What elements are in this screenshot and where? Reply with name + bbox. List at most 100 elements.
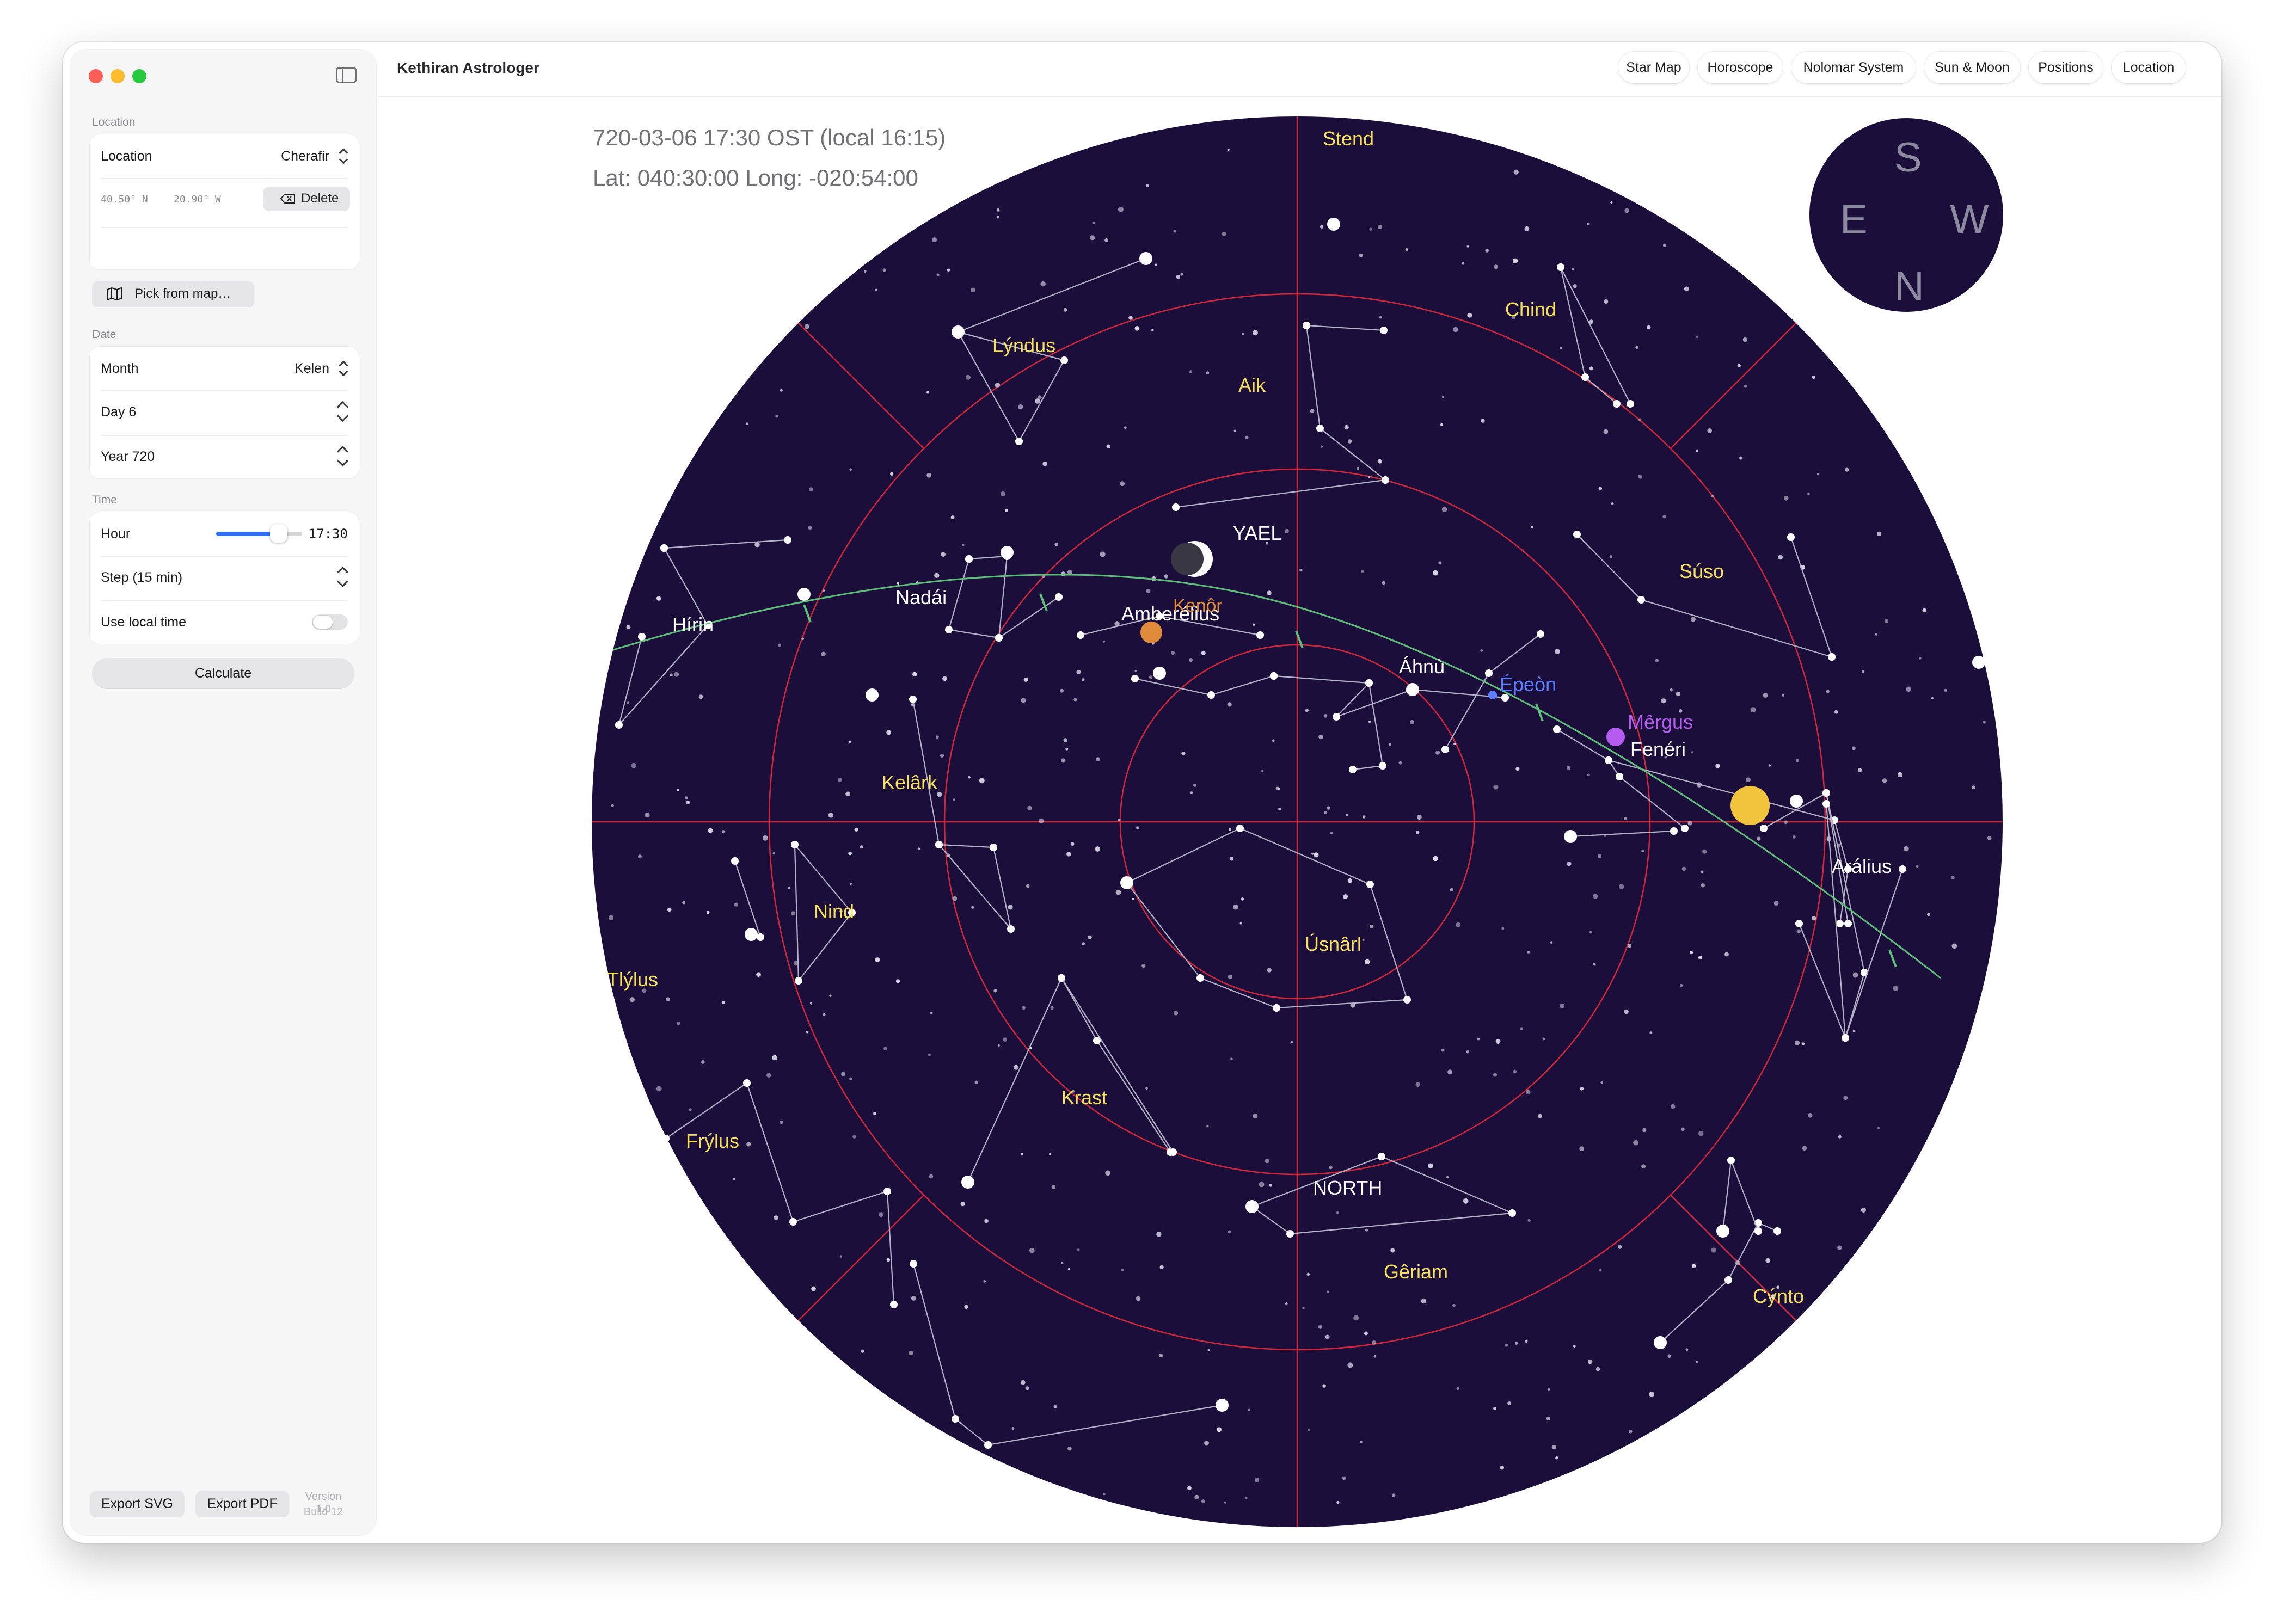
planet-mergus[interactable]	[1606, 728, 1625, 746]
constellation-label: Frýlus	[686, 1130, 739, 1152]
faint-star	[1573, 284, 1577, 288]
month-row[interactable]: Month Kelen	[90, 347, 359, 390]
faint-star	[1661, 698, 1666, 704]
faint-star	[1318, 1325, 1323, 1329]
bright-star	[1564, 830, 1577, 843]
hour-slider-knob[interactable]	[270, 524, 288, 543]
tab-positions[interactable]: Positions	[2029, 52, 2103, 83]
faint-star	[1359, 1441, 1363, 1444]
chevron-up-down-icon[interactable]	[338, 146, 349, 166]
faint-star	[1593, 963, 1596, 966]
faint-star	[1379, 316, 1382, 319]
faint-star	[1189, 658, 1193, 662]
faint-star	[1342, 1476, 1346, 1480]
chevron-up-down-icon[interactable]	[338, 359, 349, 378]
star	[1077, 631, 1084, 639]
hour-slider[interactable]	[216, 524, 302, 543]
local-time-label: Use local time	[101, 614, 186, 630]
faint-star	[627, 701, 629, 704]
local-time-toggle[interactable]	[312, 614, 348, 630]
sidebar-toggle-icon[interactable]	[336, 67, 357, 83]
faint-star	[1440, 423, 1443, 426]
faint-star	[1369, 227, 1372, 231]
faint-star	[1763, 693, 1768, 698]
faint-star	[1527, 1219, 1531, 1222]
faint-star	[1368, 721, 1371, 723]
pick-from-map-label: Pick from map…	[134, 286, 231, 301]
pick-from-map-button[interactable]: Pick from map…	[92, 281, 254, 307]
star	[1172, 503, 1180, 511]
faint-star	[848, 851, 852, 856]
faint-star	[1267, 590, 1272, 595]
faint-star	[1662, 243, 1667, 247]
faint-star	[1000, 491, 1005, 496]
bright-star	[1716, 1225, 1729, 1238]
faint-star	[1875, 633, 1878, 636]
close-window-button[interactable]	[89, 69, 103, 83]
date-group: Month Kelen Day 6 Year 720	[90, 347, 359, 478]
faint-star	[1073, 698, 1077, 702]
faint-star	[1269, 1184, 1273, 1187]
location-value[interactable]: Cherafir	[281, 134, 329, 178]
faint-star	[1364, 1331, 1368, 1336]
faint-star	[912, 672, 917, 677]
faint-star	[897, 582, 900, 585]
constellation-label: Krast	[1061, 1086, 1107, 1109]
faint-star	[965, 374, 971, 380]
star	[1382, 476, 1389, 484]
step-stepper[interactable]	[335, 563, 351, 590]
faint-star	[1081, 678, 1085, 681]
location-row[interactable]: Location Cherafir	[90, 134, 359, 178]
tab-sun-moon[interactable]: Sun & Moon	[1924, 52, 2020, 83]
faint-star	[1364, 959, 1370, 965]
tab-location[interactable]: Location	[2112, 52, 2186, 83]
faint-star	[811, 1286, 816, 1291]
faint-star	[1514, 1342, 1518, 1345]
tab-star-map[interactable]: Star Map	[1618, 52, 1689, 83]
calculate-button[interactable]: Calculate	[92, 658, 354, 688]
faint-star	[1838, 1135, 1842, 1139]
faint-star	[1450, 888, 1453, 892]
step-row: Step (15 min)	[90, 556, 359, 599]
year-stepper[interactable]	[335, 442, 351, 470]
star	[965, 555, 973, 563]
faint-star	[1453, 742, 1456, 745]
faint-star	[979, 778, 985, 784]
faint-star	[1598, 487, 1602, 490]
month-value[interactable]: Kelen	[294, 347, 329, 390]
faint-star	[1181, 752, 1186, 756]
planet-kenor[interactable]	[1140, 622, 1162, 643]
star	[1256, 631, 1264, 639]
bright-star	[1120, 876, 1133, 889]
faint-star	[841, 1072, 846, 1076]
delete-location-button[interactable]: Delete	[263, 187, 350, 211]
tab-horoscope[interactable]: Horoscope	[1698, 52, 1783, 83]
minimize-window-button[interactable]	[111, 69, 125, 83]
faint-star	[848, 740, 851, 743]
faint-star	[674, 672, 679, 677]
day-stepper[interactable]	[335, 398, 351, 425]
faint-star	[1546, 1416, 1550, 1421]
faint-star	[638, 854, 642, 858]
app-window: Stend Chind Lýndus Aik Súso Kelârk Nind Tlýlus Ú…	[63, 42, 2221, 1543]
tab-nolomar-system[interactable]: Nolomar System	[1791, 52, 1916, 83]
star	[935, 841, 943, 848]
faint-star	[926, 473, 931, 478]
faint-star	[1180, 273, 1183, 276]
faint-star	[1149, 675, 1153, 679]
sun-marker[interactable]	[1730, 786, 1770, 825]
zoom-window-button[interactable]	[132, 69, 146, 83]
map-icon	[107, 287, 122, 300]
faint-star	[772, 1055, 778, 1061]
faint-star	[780, 1120, 783, 1124]
faint-star	[1466, 245, 1469, 248]
export-pdf-button[interactable]: Export PDF	[195, 1491, 289, 1517]
star-map[interactable]: Stend Chind Lýndus Aik Súso Kelârk Nind Tlýlus Ú…	[63, 42, 2221, 1543]
faint-star	[1076, 669, 1081, 674]
planet-epeon[interactable]	[1488, 691, 1497, 699]
faint-star	[1051, 1185, 1056, 1189]
star	[945, 626, 953, 633]
faint-star	[801, 637, 805, 641]
export-svg-button[interactable]: Export SVG	[90, 1491, 185, 1517]
faint-star	[875, 288, 877, 292]
